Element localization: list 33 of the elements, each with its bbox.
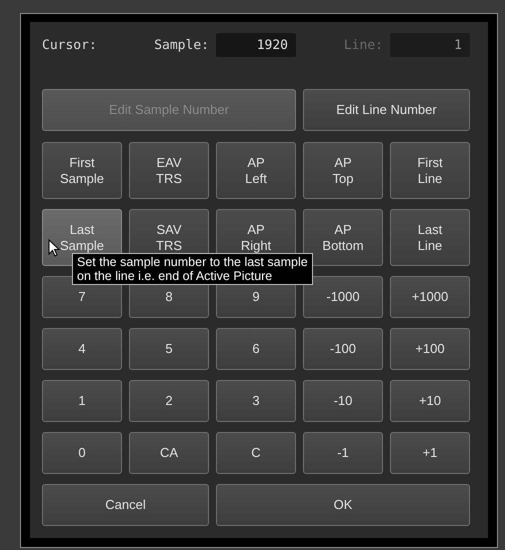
keypad-key[interactable]: Last Line [390,209,470,266]
keypad-key[interactable]: 1 [42,380,122,422]
dialog-button[interactable]: Cancel [42,484,209,526]
number-field[interactable]: 1920 [216,33,296,57]
keypad-key[interactable]: 5 [129,328,209,370]
keypad-key[interactable]: 2 [129,380,209,422]
keypad-key[interactable]: 3 [216,380,296,422]
mode-button[interactable]: Edit Line Number [303,89,470,131]
keypad-key[interactable]: C [216,432,296,474]
keypad-key[interactable]: 0 [42,432,122,474]
keypad-key[interactable]: +10 [390,380,470,422]
keypad-key[interactable]: +1 [390,432,470,474]
cursor-label: Cursor: [42,38,98,52]
keypad-key[interactable]: AP Top [303,142,383,199]
keypad-key[interactable]: 6 [216,328,296,370]
keypad-key[interactable]: AP Left [216,142,296,199]
pointer-icon [48,239,60,257]
keypad-key[interactable]: First Sample [42,142,122,199]
dialog-button[interactable]: OK [216,484,470,526]
keypad-key[interactable]: -10 [303,380,383,422]
keypad-key[interactable]: EAV TRS [129,142,209,199]
field-label: Line: [344,38,383,52]
keypad-key[interactable]: -1 [303,432,383,474]
keypad-key[interactable]: CA [129,432,209,474]
keypad-key[interactable]: 4 [42,328,122,370]
keypad-key[interactable]: -100 [303,328,383,370]
keypad-key[interactable]: +1000 [390,276,470,318]
tooltip: Set the sample number to the last sample on the line i.e. end of Active Picture [72,253,313,285]
field-label: Sample: [154,38,209,52]
number-field[interactable]: 1 [390,33,470,57]
keypad-key[interactable]: First Line [390,142,470,199]
keypad-key[interactable]: -1000 [303,276,383,318]
keypad-key[interactable]: +100 [390,328,470,370]
